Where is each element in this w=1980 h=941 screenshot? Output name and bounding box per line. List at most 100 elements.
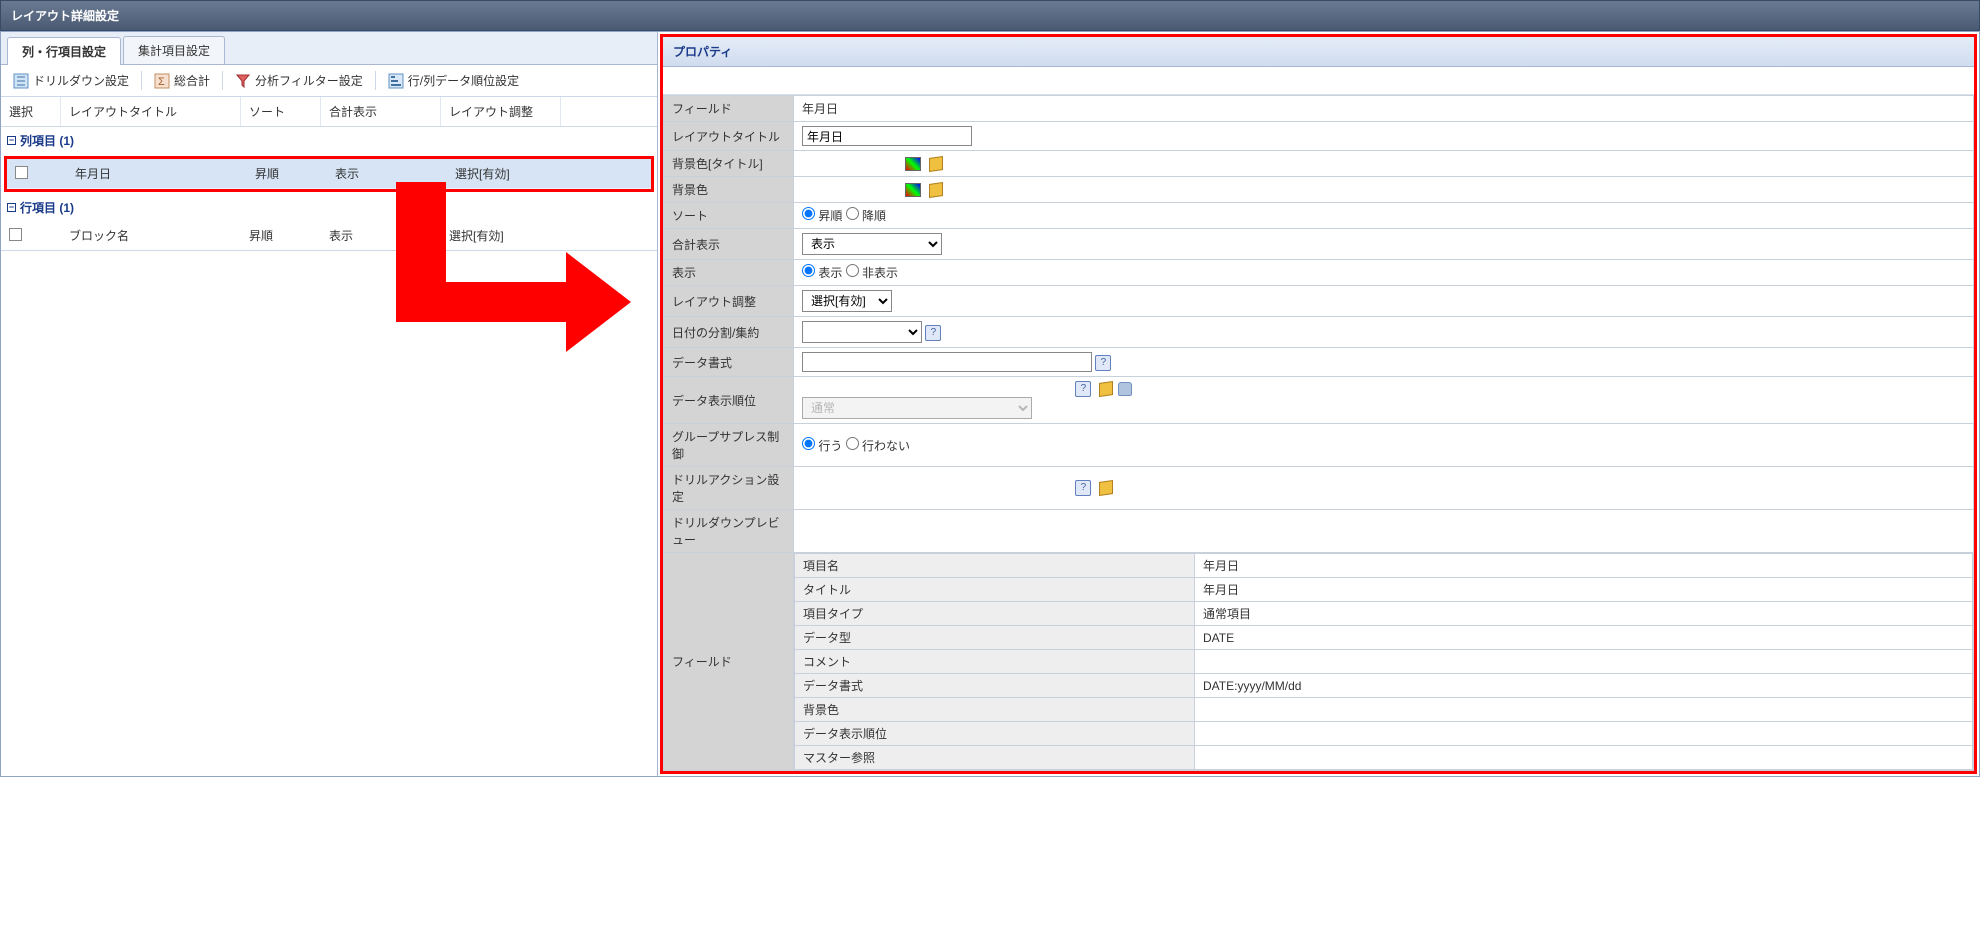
prop-label-drill-action: ドリルアクション設定 xyxy=(664,467,794,510)
prop-label-date-split: 日付の分割/集約 xyxy=(664,317,794,348)
drilldown-icon xyxy=(13,73,29,89)
row-total: 表示 xyxy=(327,165,447,182)
filter-icon xyxy=(235,73,251,89)
sub-value-data-format: DATE:yyyy/MM/dd xyxy=(1195,674,1973,698)
rank-icon xyxy=(388,73,404,89)
sub-label-data-type: データ型 xyxy=(795,626,1195,650)
data-rank-select[interactable]: 通常 xyxy=(802,397,1032,419)
row-sort: 昇順 xyxy=(241,227,321,244)
reset-icon[interactable] xyxy=(1099,381,1113,397)
sub-value-item-type: 通常項目 xyxy=(1195,602,1973,626)
prop-label-field: フィールド xyxy=(664,96,794,122)
separator xyxy=(141,71,142,90)
reset-icon[interactable] xyxy=(929,156,943,172)
prop-label-total-display: 合計表示 xyxy=(664,229,794,260)
separator xyxy=(222,71,223,90)
properties-panel: プロパティ フィールド 年月日 レイアウトタイトル 背景色[タイトル] 背景色 xyxy=(660,34,1977,774)
tab-column-row-settings[interactable]: 列・行項目設定 xyxy=(7,37,121,65)
sigma-icon: Σ xyxy=(154,73,170,89)
grid-header-adjust: レイアウト調整 xyxy=(441,97,561,126)
grid-header-layout-title: レイアウトタイトル xyxy=(61,97,241,126)
prop-label-bgcolor: 背景色 xyxy=(664,177,794,203)
grid-header-select: 選択 xyxy=(1,97,61,126)
sub-label-bgcolor: 背景色 xyxy=(795,698,1195,722)
left-panel: 列・行項目設定 集計項目設定 ドリルダウン設定 Σ 総合計 分析フィルター設定 … xyxy=(1,32,658,776)
suppress-no-radio[interactable]: 行わない xyxy=(846,439,910,453)
date-split-select[interactable] xyxy=(802,321,922,343)
layout-title-input[interactable] xyxy=(802,126,972,146)
group-row-items[interactable]: − 行項目 (1) xyxy=(1,194,657,221)
row-checkbox[interactable] xyxy=(15,166,28,179)
help-icon[interactable]: ? xyxy=(1075,480,1091,496)
sub-label-title: タイトル xyxy=(795,578,1195,602)
rank-settings-button[interactable]: 行/列データ順位設定 xyxy=(382,69,525,92)
row-adjust: 選択[有効] xyxy=(447,165,567,182)
properties-spacer xyxy=(663,67,1974,95)
filter-settings-button[interactable]: 分析フィルター設定 xyxy=(229,69,369,92)
data-format-input[interactable] xyxy=(802,352,1092,372)
prop-label-group-suppress: グループサプレス制御 xyxy=(664,424,794,467)
suppress-yes-radio[interactable]: 行う xyxy=(802,439,842,453)
prop-label-drill-preview: ドリルダウンプレビュー xyxy=(664,510,794,553)
sub-value-comment xyxy=(1195,650,1973,674)
row-adjust: 選択[有効] xyxy=(441,227,561,244)
sub-value-title: 年月日 xyxy=(1195,578,1973,602)
row-title: 年月日 xyxy=(67,165,247,182)
help-icon[interactable]: ? xyxy=(925,325,941,341)
layout-adjust-select[interactable]: 選択[有効] xyxy=(802,290,892,312)
total-button[interactable]: Σ 総合計 xyxy=(148,69,216,92)
prop-label-display: 表示 xyxy=(664,260,794,286)
separator xyxy=(375,71,376,90)
grid-header: 選択 レイアウトタイトル ソート 合計表示 レイアウト調整 xyxy=(1,97,657,127)
tab-strip: 列・行項目設定 集計項目設定 xyxy=(1,32,657,65)
properties-table: フィールド 年月日 レイアウトタイトル 背景色[タイトル] 背景色 xyxy=(663,95,1974,771)
row-checkbox[interactable] xyxy=(9,228,22,241)
properties-header: プロパティ xyxy=(663,37,1974,67)
sub-value-master-ref xyxy=(1195,746,1973,770)
prop-value-field: 年月日 xyxy=(794,96,1974,122)
sub-label-item-name: 項目名 xyxy=(795,554,1195,578)
prop-label-layout-adjust: レイアウト調整 xyxy=(664,286,794,317)
sub-label-master-ref: マスター参照 xyxy=(795,746,1195,770)
prop-value-drill-preview xyxy=(794,510,1974,553)
display-hide-radio[interactable]: 非表示 xyxy=(846,266,898,280)
sort-desc-radio[interactable]: 降順 xyxy=(846,209,886,223)
collapse-icon: − xyxy=(7,136,16,145)
row-item-row[interactable]: ブロック名 昇順 表示 選択[有効] xyxy=(1,221,657,251)
selected-row-highlight: 年月日 昇順 表示 選択[有効] xyxy=(4,156,654,192)
sub-label-item-type: 項目タイプ xyxy=(795,602,1195,626)
column-item-row[interactable]: 年月日 昇順 表示 選択[有効] xyxy=(7,159,651,189)
database-icon[interactable] xyxy=(1118,382,1132,396)
help-icon[interactable]: ? xyxy=(1075,381,1091,397)
toolbar: ドリルダウン設定 Σ 総合計 分析フィルター設定 行/列データ順位設定 xyxy=(1,65,657,97)
color-picker-icon[interactable] xyxy=(905,157,921,171)
row-sort: 昇順 xyxy=(247,165,327,182)
rank-label: 行/列データ順位設定 xyxy=(408,72,519,89)
row-title: ブロック名 xyxy=(61,227,241,244)
display-show-radio[interactable]: 表示 xyxy=(802,266,842,280)
tab-aggregate-settings[interactable]: 集計項目設定 xyxy=(123,36,225,64)
collapse-icon: − xyxy=(7,203,16,212)
grid-header-sort: ソート xyxy=(241,97,321,126)
group-rows-label: 行項目 (1) xyxy=(20,199,74,216)
color-picker-icon[interactable] xyxy=(905,183,921,197)
total-display-select[interactable]: 表示 xyxy=(802,233,942,255)
group-column-items[interactable]: − 列項目 (1) xyxy=(1,127,657,154)
sort-asc-radio[interactable]: 昇順 xyxy=(802,209,842,223)
prop-label-data-rank: データ表示順位 xyxy=(664,377,794,424)
reset-icon[interactable] xyxy=(929,182,943,198)
svg-text:Σ: Σ xyxy=(158,76,165,88)
prop-label-sort: ソート xyxy=(664,203,794,229)
filter-label: 分析フィルター設定 xyxy=(255,72,363,89)
grid-header-total: 合計表示 xyxy=(321,97,441,126)
prop-label-layout-title: レイアウトタイトル xyxy=(664,122,794,151)
sub-value-data-type: DATE xyxy=(1195,626,1973,650)
sub-value-data-rank xyxy=(1195,722,1973,746)
prop-label-data-format: データ書式 xyxy=(664,348,794,377)
help-icon[interactable]: ? xyxy=(1095,355,1111,371)
sub-label-comment: コメント xyxy=(795,650,1195,674)
prop-label-field-detail: フィールド xyxy=(664,553,794,771)
window-titlebar: レイアウト詳細設定 xyxy=(0,0,1980,31)
reset-icon[interactable] xyxy=(1099,480,1113,496)
drilldown-settings-button[interactable]: ドリルダウン設定 xyxy=(7,69,135,92)
